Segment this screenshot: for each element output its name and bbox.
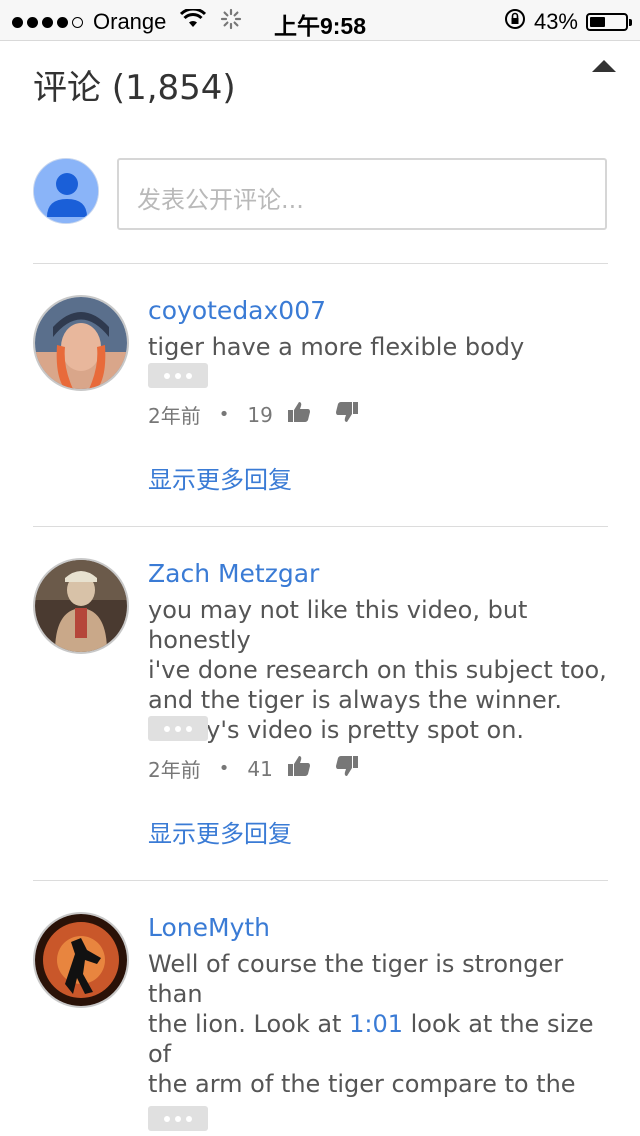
- battery-fill: [590, 17, 605, 27]
- comment-age: 2年前: [148, 758, 201, 782]
- status-bar: Orange 上午9:58 43%: [0, 0, 640, 41]
- like-count: 19: [247, 402, 273, 427]
- caret-up-icon[interactable]: [591, 58, 617, 78]
- meta-separator: •: [218, 404, 230, 425]
- meta-separator: •: [218, 758, 230, 779]
- comment-author[interactable]: coyotedax007: [148, 296, 326, 325]
- comment-meta: 2年前 • 41: [148, 754, 359, 783]
- comment-text: you may not like this video, but honestl…: [148, 596, 607, 744]
- comment-author[interactable]: Zach Metzgar: [148, 559, 319, 588]
- thumbs-up-icon[interactable]: [287, 755, 311, 782]
- thumbs-down-icon[interactable]: [335, 401, 359, 428]
- comment-item: coyotedax007 tiger have a more flexible …: [0, 264, 640, 526]
- avatar[interactable]: [33, 295, 129, 391]
- battery-icon: [586, 13, 632, 31]
- comment-author[interactable]: LoneMyth: [148, 913, 270, 942]
- comment-text: Well of course the tiger is stronger tha…: [148, 949, 610, 1098]
- comment-meta: 2年前 • 19: [148, 400, 359, 429]
- thumbs-up-icon[interactable]: [287, 401, 311, 428]
- thumbs-down-icon[interactable]: [335, 755, 359, 782]
- more-button[interactable]: [148, 716, 208, 741]
- comment-item: LoneMyth Well of course the tiger is str…: [0, 881, 640, 1136]
- comment-input[interactable]: 发表公开评论...: [117, 158, 607, 230]
- comment-age: 2年前: [148, 404, 201, 428]
- like-count: 41: [247, 756, 273, 781]
- status-right: 43%: [504, 8, 632, 36]
- comment-item: Zach Metzgar you may not like this video…: [0, 527, 640, 880]
- comments-title: 评论 (1,854): [33, 68, 236, 108]
- battery-cap: [629, 19, 632, 26]
- user-avatar-icon: [33, 158, 99, 224]
- rotation-lock-icon: [504, 8, 526, 36]
- avatar[interactable]: [33, 558, 129, 654]
- show-more-replies-link[interactable]: 显示更多回复: [148, 814, 292, 849]
- battery-percent: 43%: [533, 9, 578, 34]
- comment-text: tiger have a more flexible body: [148, 333, 525, 361]
- avatar[interactable]: [33, 912, 129, 1008]
- show-more-replies-link[interactable]: 显示更多回复: [148, 460, 292, 495]
- more-button[interactable]: [148, 363, 208, 388]
- timestamp-link[interactable]: 1:01: [349, 1010, 403, 1038]
- more-button[interactable]: [148, 1106, 208, 1131]
